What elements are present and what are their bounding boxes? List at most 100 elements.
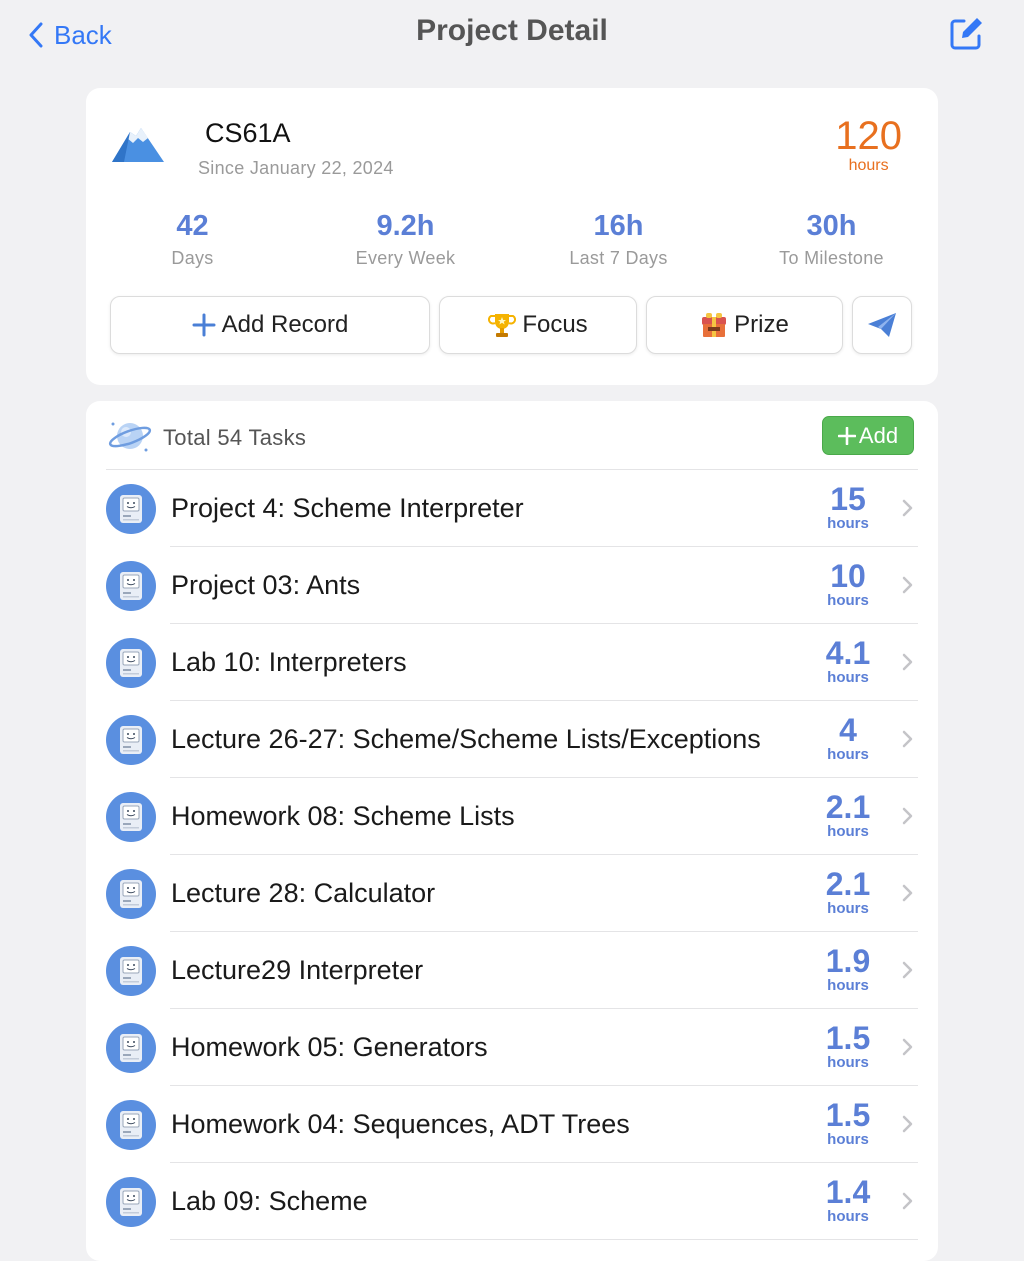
stat-label: Last 7 Days (569, 248, 668, 268)
task-hours-unit: hours (827, 592, 869, 609)
task-hours: 4.1 hours (808, 636, 888, 685)
stat-every-week: 9.2h Every Week (299, 208, 512, 269)
add-task-button[interactable]: Add (822, 416, 914, 455)
task-row[interactable]: Project 03: Ants 10 hours (86, 547, 938, 624)
project-start-date: Since January 22, 2024 (198, 158, 394, 178)
stat-label: To Milestone (779, 248, 884, 268)
task-hours-value: 4 (839, 712, 857, 748)
task-hours-value: 4.1 (825, 635, 871, 671)
task-row[interactable]: Homework 08: Scheme Lists 2.1 hours (86, 778, 938, 855)
add-record-label: Add Record (221, 311, 349, 338)
stats-row: 42 Days 9.2h Every Week 16h Last 7 Days … (86, 208, 938, 269)
plus-icon (192, 313, 216, 337)
computer-icon (106, 869, 156, 919)
chevron-right-icon (900, 1114, 914, 1134)
task-hours-value: 1.5 (825, 1020, 871, 1056)
chevron-right-icon (900, 498, 914, 518)
paper-plane-icon (868, 313, 896, 337)
task-name: Homework 05: Generators (171, 1032, 488, 1062)
mountain-icon (112, 128, 164, 162)
task-hours-unit: hours (827, 515, 869, 532)
task-row[interactable]: Homework 05: Generators 1.5 hours (86, 1009, 938, 1086)
task-hours-value: 1.4 (825, 1174, 871, 1210)
task-hours-unit: hours (827, 1054, 869, 1071)
task-hours: 2.1 hours (808, 867, 888, 916)
computer-icon (106, 792, 156, 842)
task-hours-unit: hours (827, 669, 869, 686)
page-title: Project Detail (416, 14, 608, 47)
stat-days: 42 Days (86, 208, 299, 269)
chevron-right-icon (900, 806, 914, 826)
stat-label: Days (171, 248, 214, 268)
task-hours: 1.9 hours (808, 944, 888, 993)
task-hours-value: 2.1 (825, 789, 871, 825)
total-hours-value: 120 (835, 114, 902, 158)
focus-button[interactable]: Focus (439, 296, 637, 354)
chevron-right-icon (900, 883, 914, 903)
task-hours: 2.1 hours (808, 790, 888, 839)
task-list: Project 4: Scheme Interpreter 15 hours Proj… (86, 470, 938, 1240)
task-name: Lecture 26-27: Scheme/Scheme Lists/Excep… (171, 724, 761, 754)
chevron-right-icon (900, 1191, 914, 1211)
task-row[interactable]: Homework 04: Sequences, ADT Trees 1.5 hour… (86, 1086, 938, 1163)
trophy-icon (488, 311, 517, 339)
chevron-right-icon (900, 575, 914, 595)
project-name: CS61A (205, 118, 291, 148)
task-row[interactable]: Lecture 28: Calculator 2.1 hours (86, 855, 938, 932)
edit-button[interactable] (948, 16, 984, 52)
stat-label: Every Week (355, 248, 456, 268)
navigation-bar: Back Project Detail (0, 0, 1024, 72)
task-hours: 10 hours (808, 559, 888, 608)
prize-label: Prize (734, 311, 789, 338)
task-name: Lecture 28: Calculator (171, 878, 436, 908)
task-row[interactable]: Project 4: Scheme Interpreter 15 hours (86, 470, 938, 547)
computer-icon (106, 561, 156, 611)
task-hours-value: 15 (830, 481, 866, 517)
add-task-label: Add (858, 422, 899, 448)
tasks-card: Total 54 Tasks Add Project 4: Scheme Int… (86, 401, 938, 1261)
stat-last-7-days: 16h Last 7 Days (512, 208, 725, 269)
task-hours-value: 1.5 (825, 1097, 871, 1133)
task-row[interactable]: Lecture29 Interpreter 1.9 hours (86, 932, 938, 1009)
divider (170, 1239, 918, 1240)
task-name: Project 4: Scheme Interpreter (171, 493, 524, 523)
task-name: Lecture29 Interpreter (171, 955, 424, 985)
add-record-button[interactable]: Add Record (110, 296, 430, 354)
computer-icon (106, 484, 156, 534)
task-row[interactable]: Lab 10: Interpreters 4.1 hours (86, 624, 938, 701)
task-name: Project 03: Ants (171, 570, 361, 600)
task-name: Homework 04: Sequences, ADT Trees (171, 1109, 630, 1139)
computer-icon (106, 715, 156, 765)
task-name: Lab 09: Scheme (171, 1186, 368, 1216)
tasks-total-label: Total 54 Tasks (163, 425, 307, 450)
task-hours: 15 hours (808, 482, 888, 531)
task-hours-value: 10 (830, 558, 866, 594)
plus-icon (837, 426, 856, 445)
computer-icon (106, 1100, 156, 1150)
chevron-right-icon (900, 729, 914, 749)
prize-button[interactable]: Prize (646, 296, 843, 354)
chevron-right-icon (900, 652, 914, 672)
task-hours-unit: hours (827, 823, 869, 840)
task-name: Homework 08: Scheme Lists (171, 801, 515, 831)
stat-value: 42 (176, 210, 209, 242)
computer-icon (106, 1023, 156, 1073)
task-hours-unit: hours (827, 746, 869, 763)
task-hours-value: 1.9 (825, 943, 871, 979)
total-hours: 120 hours (835, 114, 902, 174)
stat-to-milestone: 30h To Milestone (725, 208, 938, 269)
computer-icon (106, 946, 156, 996)
share-button[interactable] (852, 296, 912, 354)
stat-value: 30h (806, 210, 857, 242)
task-hours-unit: hours (827, 1208, 869, 1225)
task-name: Lab 10: Interpreters (171, 647, 407, 677)
chevron-right-icon (900, 960, 914, 980)
task-row[interactable]: Lab 09: Scheme 1.4 hours (86, 1163, 938, 1240)
edit-icon (950, 18, 982, 50)
computer-icon (106, 1177, 156, 1227)
task-hours-unit: hours (827, 977, 869, 994)
focus-label: Focus (522, 311, 588, 338)
planet-icon (108, 422, 152, 452)
task-row[interactable]: Lecture 26-27: Scheme/Scheme Lists/Excep… (86, 701, 938, 778)
task-hours: 1.5 hours (808, 1021, 888, 1070)
